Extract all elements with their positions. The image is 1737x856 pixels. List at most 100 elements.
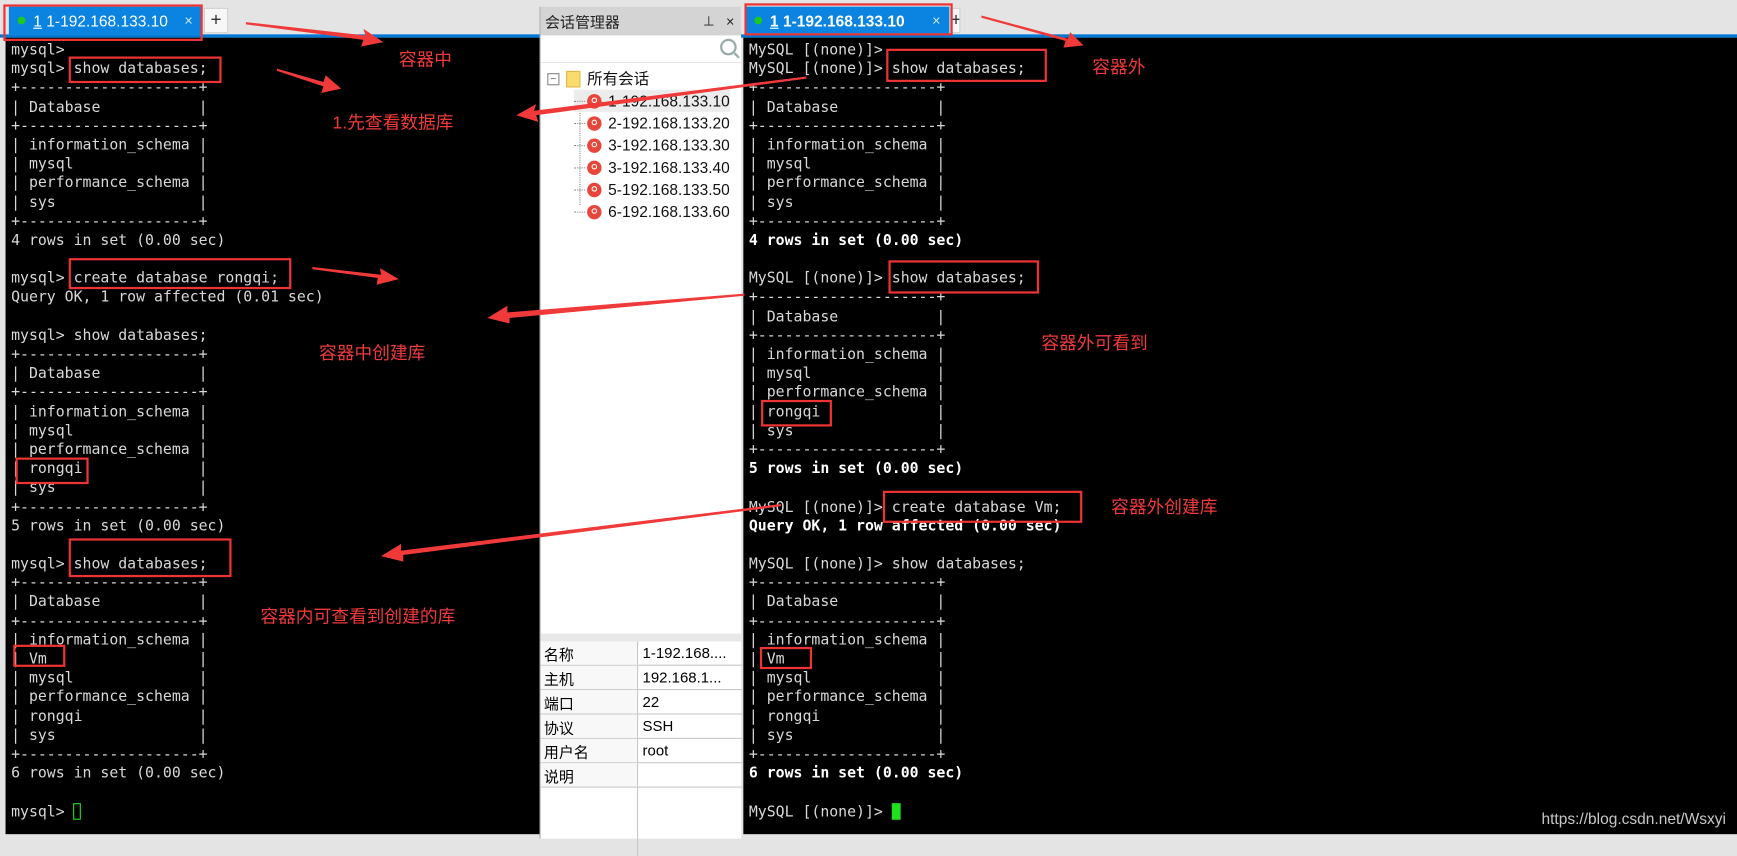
left-terminal[interactable]: mysql> mysql> show databases; +-----------…	[5, 37, 540, 835]
tree-connector	[573, 144, 585, 146]
terminal-line: Query OK, 1 row affected (0.01 sec)	[11, 289, 539, 308]
session-item[interactable]: 6-192.168.133.60	[573, 201, 730, 223]
terminal-line-text: +--------------------+	[11, 746, 208, 764]
terminal-line: mysql>	[11, 41, 539, 60]
terminal-line-text: +--------------------+	[11, 118, 208, 135]
right-terminal[interactable]: MySQL [(none)]> MySQL [(none)]> show data…	[743, 37, 1737, 835]
folder-icon	[566, 70, 581, 87]
collapse-icon[interactable]: −	[547, 72, 560, 85]
terminal-line: | sys |	[11, 726, 539, 745]
terminal-line: +--------------------+	[11, 212, 539, 231]
terminal-line-text: +--------------------+	[748, 613, 946, 630]
terminal-line-text: +--------------------+	[11, 384, 208, 402]
tree-root-all-sessions[interactable]: − 所有会话	[547, 68, 649, 90]
tab-index: 1	[769, 11, 779, 30]
terminal-line: MySQL [(none)]> create database Vm;	[749, 498, 1737, 517]
new-tab-button[interactable]: +	[203, 7, 229, 34]
terminal-line: mysql> show databases;	[11, 555, 539, 574]
terminal-line: | Vm |	[749, 650, 1737, 669]
terminal-line-text: +--------------------+	[11, 346, 208, 364]
session-icon	[587, 204, 602, 219]
terminal-line-text: +--------------------+	[748, 118, 946, 135]
terminal-line-text: +--------------------+	[748, 213, 946, 231]
session-item[interactable]: 2-192.168.133.20	[573, 112, 730, 134]
terminal-cursor	[891, 802, 901, 820]
terminal-line: | information_schema |	[11, 136, 539, 155]
terminal-line-text: | performance_schema |	[11, 175, 208, 192]
close-tab-icon[interactable]: ×	[932, 12, 940, 29]
new-tab-button[interactable]: +	[949, 7, 961, 34]
note-outside-container: 容器外	[1092, 58, 1146, 78]
tab-title: 1-192.168.133.10	[46, 11, 168, 30]
properties-empty-area	[541, 787, 743, 856]
terminal-line: +--------------------+	[11, 346, 539, 365]
session-label: 6-192.168.133.60	[608, 202, 730, 221]
close-tab-icon[interactable]: ×	[184, 12, 192, 29]
session-label: 3-192.168.133.40	[608, 158, 730, 177]
terminal-line: | mysql |	[749, 155, 1737, 174]
right-session-tab[interactable]: 1 1-192.168.133.10 ×	[745, 6, 950, 35]
terminal-line: | information_schema |	[749, 136, 1737, 155]
session-search-input[interactable]	[540, 35, 742, 64]
property-row: 主机 192.168.1...	[540, 665, 743, 691]
tree-connector	[573, 188, 585, 190]
session-manager-panel: 会话管理器 ⊥ × − 所有会话 1-192.168.133.10 2-192.1…	[539, 6, 743, 856]
watermark: https://blog.csdn.net/Wsxyi	[1541, 809, 1726, 828]
session-item[interactable]: 5-192.168.133.50	[573, 178, 730, 200]
terminal-line: | information_schema |	[11, 631, 539, 650]
terminal-line-text: | mysql |	[748, 365, 946, 383]
terminal-line: | mysql |	[11, 669, 539, 688]
terminal-line-text: | rongqi |	[748, 403, 946, 421]
note-step1: 1.先查看数据库	[332, 114, 454, 133]
terminal-line-text: | Database |	[748, 308, 946, 326]
terminal-line: MySQL [(none)]> show databases;	[749, 269, 1737, 288]
terminal-line-text: Query OK, 1 row affected (0.01 sec)	[11, 289, 324, 307]
terminal-line: +--------------------+	[749, 612, 1737, 631]
tree-connector	[573, 122, 585, 124]
terminal-line: | performance_schema |	[11, 688, 539, 707]
terminal-line-text: +--------------------+	[11, 575, 208, 592]
search-icon[interactable]	[720, 38, 737, 56]
terminal-line-text: +--------------------+	[11, 613, 208, 630]
close-panel-icon[interactable]: ×	[726, 13, 734, 30]
terminal-line-text: +--------------------+	[748, 575, 946, 592]
note-visible-outside: 容器外可看到	[1041, 334, 1148, 354]
terminal-line: | information_schema |	[749, 631, 1737, 650]
terminal-line-text: +--------------------+	[11, 213, 208, 231]
terminal-line-text: | performance_schema |	[11, 441, 208, 459]
terminal-line-text: | mysql |	[11, 670, 208, 688]
session-label: 2-192.168.133.20	[608, 114, 730, 132]
terminal-line-text: MySQL [(none)]>	[748, 42, 883, 59]
terminal-line-text: +--------------------+	[748, 327, 946, 345]
session-icon	[587, 93, 602, 109]
terminal-line: mysql> show databases;	[11, 60, 539, 79]
session-item[interactable]: 1-192.168.133.10	[573, 89, 730, 112]
terminal-line-text: 6 rows in set (0.00 sec)	[11, 765, 226, 783]
terminal-line: | Vm |	[11, 650, 539, 669]
left-tab-bar: 1 1-192.168.133.10 × +	[0, 0, 540, 38]
terminal-line: | sys |	[749, 726, 1737, 745]
pin-icon[interactable]: ⊥	[703, 13, 715, 29]
terminal-line-text: | sys |	[748, 194, 946, 212]
terminal-line-text: | rongqi |	[11, 460, 208, 478]
terminal-line: MySQL [(none)]> show databases;	[749, 60, 1737, 79]
terminal-line-text: | Database |	[11, 99, 208, 116]
property-key: 主机	[540, 665, 639, 690]
terminal-line-text: +--------------------+	[11, 499, 208, 516]
terminal-line: | Database |	[11, 98, 539, 117]
property-key: 说明	[540, 763, 639, 787]
terminal-line-text: | Database |	[11, 365, 208, 383]
terminal-line-text: | sys |	[11, 480, 208, 497]
terminal-line-text: | sys |	[11, 194, 208, 212]
terminal-line: | mysql |	[749, 669, 1737, 688]
terminal-line-text: | sys |	[748, 422, 946, 440]
property-row: 用户名 root	[540, 738, 743, 764]
terminal-line: | sys |	[11, 193, 539, 212]
terminal-line-text: | Database |	[748, 99, 946, 116]
property-key: 协议	[540, 714, 639, 738]
terminal-line-text: | Vm |	[11, 651, 208, 669]
session-item[interactable]: 3-192.168.133.30	[573, 134, 730, 156]
left-session-tab[interactable]: 1 1-192.168.133.10 ×	[8, 6, 202, 35]
session-item[interactable]: 3-192.168.133.40	[573, 156, 730, 178]
